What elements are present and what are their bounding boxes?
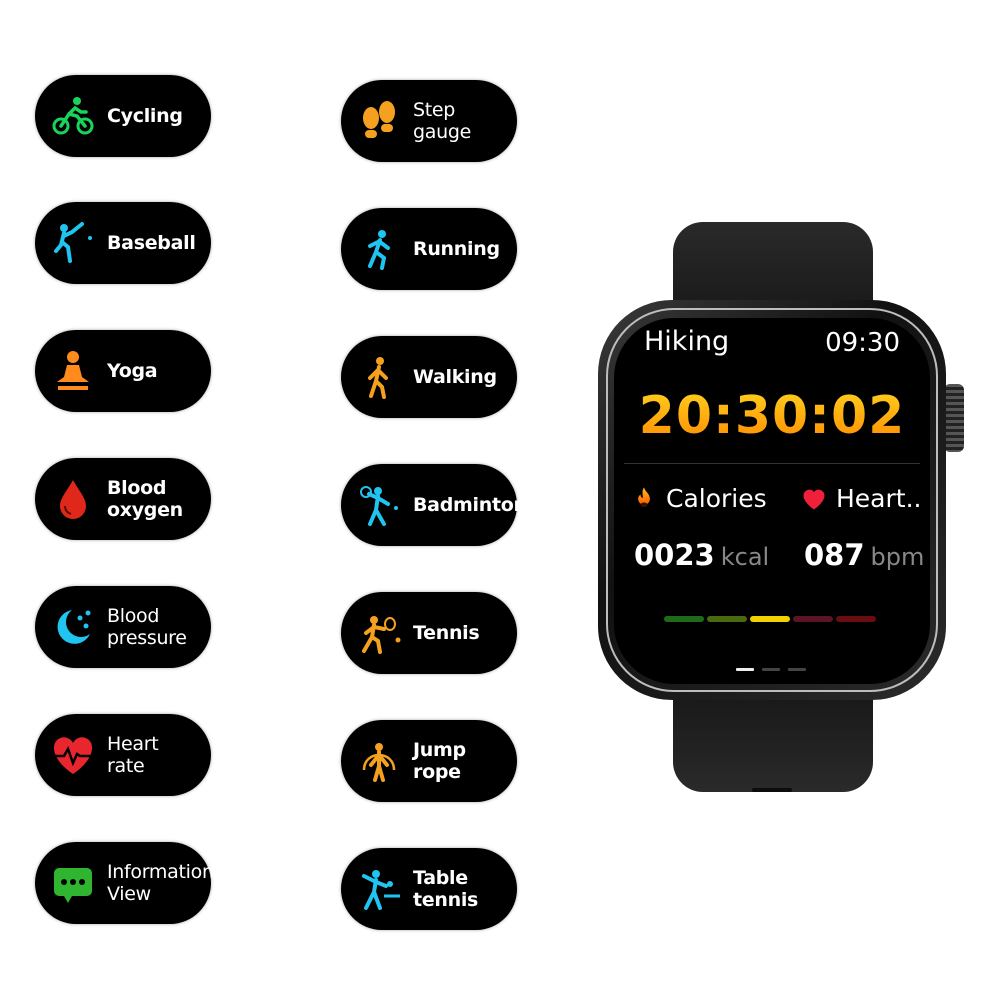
feature-label: Information View: [107, 861, 214, 905]
band-slot: [752, 788, 792, 792]
hr-zone-segment: [707, 616, 747, 622]
activity-title: Hiking: [644, 326, 730, 357]
feature-pill-walking: Walking: [341, 336, 517, 418]
jump-rope-icon: [353, 735, 405, 787]
feature-pill-running: Running: [341, 208, 517, 290]
feature-label: Blood pressure: [107, 605, 187, 649]
feature-label: Cycling: [107, 105, 183, 127]
feature-pill-yoga: Yoga: [35, 330, 211, 412]
clock-time: 09:30: [825, 328, 900, 358]
table-tennis-icon: [353, 863, 405, 915]
hr-zone-segment: [793, 616, 833, 622]
feature-pill-information-view: Information View: [35, 842, 214, 924]
feature-pill-blood-pressure: Blood pressure: [35, 586, 211, 668]
tennis-icon: [353, 607, 405, 659]
page-dot[interactable]: [736, 668, 754, 671]
feature-pill-step-gauge: Step gauge: [341, 80, 517, 162]
feature-label: Baseball: [107, 232, 196, 254]
heart-unit: bpm: [870, 543, 925, 571]
feature-pill-baseball: Baseball: [35, 202, 211, 284]
heart-label: Heart..: [836, 484, 922, 513]
heart-rate-zones: [664, 616, 876, 622]
feature-label: Walking: [413, 366, 497, 388]
badminton-icon: [353, 479, 405, 531]
moon-stars-icon: [47, 601, 99, 653]
feature-label: Blood oxygen: [107, 477, 183, 521]
heart-metric: Heart..: [800, 484, 921, 513]
flame-icon: [638, 486, 650, 507]
walking-icon: [353, 351, 405, 403]
feature-pill-table-tennis: Table tennis: [341, 848, 517, 930]
page-dot[interactable]: [788, 668, 806, 671]
calories-metric: Calories: [630, 484, 767, 513]
hr-zone-segment: [664, 616, 704, 622]
feature-label: Table tennis: [413, 867, 479, 911]
feature-label: Jump rope: [413, 739, 466, 783]
feature-pill-jump-rope: Jump rope: [341, 720, 517, 802]
blood-drop-icon: [47, 473, 99, 525]
cycling-icon: [47, 90, 99, 142]
calories-label: Calories: [666, 484, 767, 513]
watch-screen: Hiking 09:30 20:30:02 Calories Heart.. 0…: [614, 318, 930, 684]
page-indicator[interactable]: [736, 668, 806, 671]
workout-timer: 20:30:02: [614, 386, 930, 446]
hr-zone-segment: [836, 616, 876, 622]
page-dot[interactable]: [762, 668, 780, 671]
running-icon: [353, 223, 405, 275]
feature-label: Tennis: [413, 622, 480, 644]
yoga-icon: [47, 345, 99, 397]
heart-icon: [803, 489, 825, 509]
digital-crown[interactable]: [944, 384, 964, 452]
calories-number: 0023: [634, 538, 715, 572]
feature-label: Yoga: [107, 360, 158, 382]
baseball-icon: [47, 217, 99, 269]
heart-number: 087: [804, 538, 865, 572]
heart-value: 087 bpm: [804, 538, 924, 572]
feature-pill-blood-oxygen: Blood oxygen: [35, 458, 211, 540]
feature-pill-cycling: Cycling: [35, 75, 211, 157]
feature-label: Step gauge: [413, 99, 471, 143]
feature-label: Heart rate: [107, 733, 159, 777]
message-icon: [47, 857, 99, 909]
heart-rate-icon: [47, 729, 99, 781]
feature-pill-tennis: Tennis: [341, 592, 517, 674]
divider: [624, 463, 920, 464]
calories-value: 0023 kcal: [634, 538, 769, 572]
feature-label: Badminton: [413, 494, 527, 516]
feature-pill-badminton: Badminton: [341, 464, 527, 546]
hr-zone-segment: [750, 616, 790, 622]
calories-unit: kcal: [720, 543, 770, 571]
footsteps-icon: [353, 95, 405, 147]
feature-label: Running: [413, 238, 500, 260]
feature-pill-heart-rate: Heart rate: [35, 714, 211, 796]
